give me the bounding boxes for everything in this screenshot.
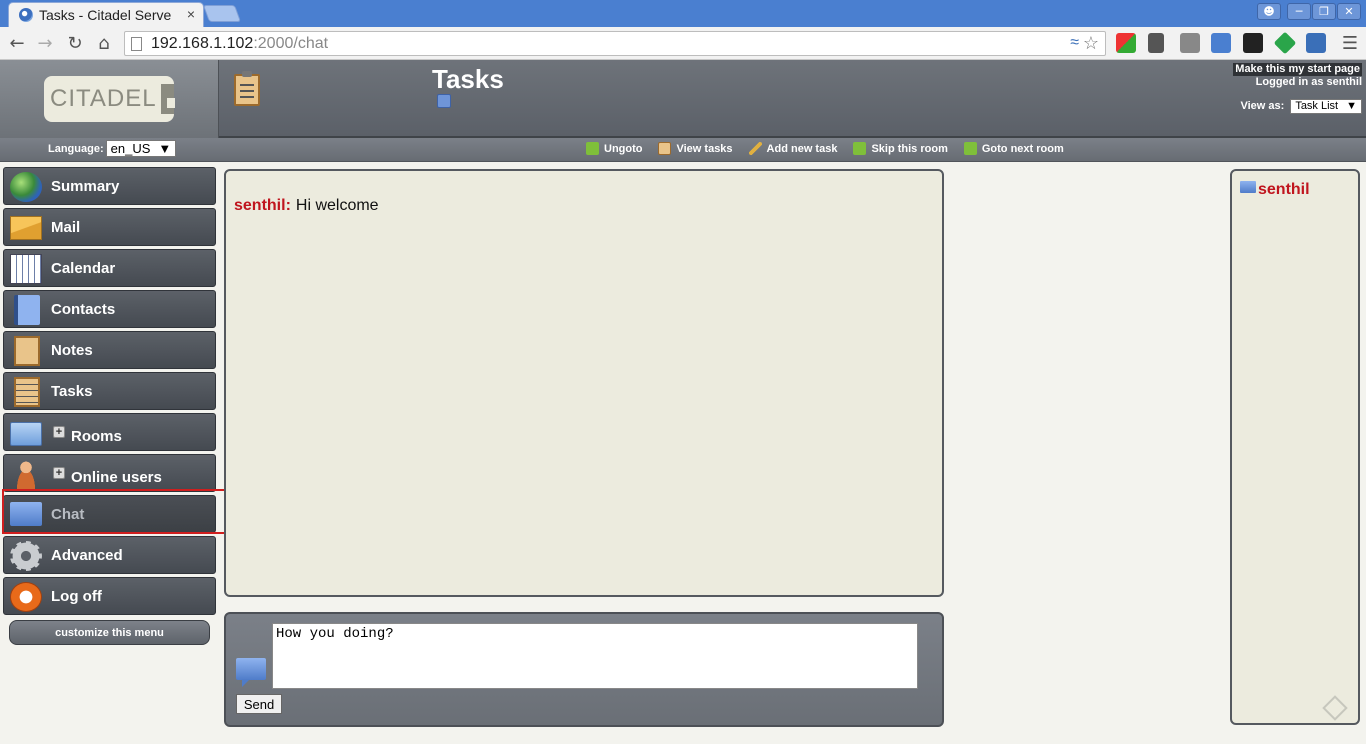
logo-area: CITADEL (0, 60, 219, 138)
expand-plus-icon[interactable]: + (53, 467, 65, 479)
expand-plus-icon[interactable]: + (53, 426, 65, 438)
menu-item-rooms[interactable]: + Rooms (3, 413, 216, 451)
forward-icon[interactable]: → (33, 33, 57, 54)
send-button[interactable]: Send (236, 694, 282, 714)
home-icon[interactable]: ⌂ (92, 33, 116, 54)
dropdown-arrow-icon: ▼ (158, 141, 172, 156)
reload-icon[interactable]: ↻ (63, 33, 87, 54)
extension-google-icon[interactable] (1116, 33, 1136, 53)
bookmark-star-icon[interactable]: ☆ (1083, 33, 1099, 54)
menu-item-notes[interactable]: Notes (3, 331, 216, 369)
language-label: Language: (48, 142, 104, 155)
profile-icon[interactable]: ☻ (1257, 3, 1281, 20)
resize-corner-icon (1322, 695, 1348, 721)
online-user-name: senthil (1258, 181, 1310, 198)
calendar-icon (10, 254, 42, 284)
chat-transcript: senthil: Hi welcome (224, 169, 944, 597)
goto-arrow-icon (963, 142, 977, 155)
power-icon (10, 582, 42, 612)
menu-item-summary[interactable]: Summary (3, 167, 216, 205)
url-path: :2000/chat (253, 34, 329, 52)
folder-icon (10, 422, 42, 446)
citadel-header: CITADEL Tasks Make this my start page Lo… (0, 60, 1366, 138)
main-menu: Summary Mail Calendar Contacts Notes Tas… (3, 167, 216, 618)
view-as-select[interactable]: Task List ▼ (1290, 99, 1362, 114)
tower-icon (160, 84, 176, 114)
citadel-favicon-icon (19, 8, 33, 22)
chat-message: senthil: Hi welcome (234, 197, 934, 215)
tasks-icon (14, 377, 40, 407)
language-selector: Language: en_US ▼ (48, 140, 177, 157)
notepad-icon (14, 336, 40, 366)
message-text: Hi welcome (295, 197, 379, 214)
menu-item-online-users[interactable]: + Online users (3, 454, 216, 492)
room-toolbar: Language: en_US ▼ Ungoto View tasks Add n… (0, 138, 1366, 162)
citadel-logo[interactable]: CITADEL (44, 76, 176, 122)
address-book-icon (14, 295, 40, 325)
user-icon (12, 459, 40, 489)
menu-icon[interactable]: ☰ (1338, 33, 1362, 54)
ungoto-icon (586, 142, 599, 155)
extension-feedly-icon[interactable] (1273, 31, 1297, 55)
customize-menu-button[interactable]: customize this menu (9, 620, 210, 645)
url-host: 192.168.1.102 (151, 34, 254, 52)
logo-text: CITADEL (50, 85, 157, 112)
header-user-area: Make this my start page Logged in as sen… (1233, 63, 1362, 114)
view-as-label: View as: (1240, 100, 1285, 112)
extension-stack-icon[interactable] (1243, 33, 1263, 53)
logged-in-text: Logged in as senthil (1255, 76, 1362, 88)
menu-item-log-off[interactable]: Log off (3, 577, 216, 615)
envelope-icon (10, 216, 42, 240)
view-tasks-link[interactable]: View tasks (658, 142, 733, 155)
tab-close-icon[interactable]: × (187, 6, 195, 22)
extension-tool-icon[interactable] (1148, 33, 1164, 53)
chat-bubble-icon (236, 658, 266, 687)
window-close-icon[interactable]: ✕ (1337, 3, 1361, 20)
menu-item-tasks[interactable]: Tasks (3, 372, 216, 410)
new-tab-button[interactable] (202, 5, 242, 22)
back-icon[interactable]: ← (5, 33, 29, 54)
browser-toolbar: ← → ↻ ⌂ 192.168.1.102:2000/chat ≈ ☆ ☰ (0, 27, 1366, 60)
browser-tab[interactable]: Tasks - Citadel Serve × (8, 2, 204, 27)
chat-message-input[interactable]: How you doing? (272, 623, 918, 689)
page-title: Tasks (432, 64, 504, 94)
chat-input-panel: How you doing? Send (224, 612, 944, 727)
extension-s-icon[interactable] (1306, 33, 1326, 53)
dropdown-arrow-icon: ▼ (1346, 100, 1357, 112)
menu-item-advanced[interactable]: Advanced (3, 536, 216, 574)
online-user[interactable]: senthil (1240, 181, 1310, 199)
extension-translate-icon[interactable] (1211, 33, 1231, 53)
clipboard-icon (658, 142, 672, 155)
language-select[interactable]: en_US ▼ (105, 140, 177, 157)
address-bar[interactable]: 192.168.1.102:2000/chat ≈ ☆ (124, 31, 1106, 56)
layers-icon[interactable]: ≈ (1070, 34, 1079, 52)
globe-icon (10, 172, 42, 202)
skip-arrow-icon (853, 142, 867, 155)
tab-title: Tasks - Citadel Serve (39, 7, 172, 23)
gear-icon (10, 541, 42, 571)
chat-highlight-box (2, 489, 235, 534)
message-sender: senthil: (234, 197, 291, 214)
menu-item-mail[interactable]: Mail (3, 208, 216, 246)
minimize-icon[interactable]: ─ (1287, 3, 1311, 20)
browser-tabstrip: Tasks - Citadel Serve × ☻ ─ ❐ ✕ (0, 0, 1366, 27)
chat-bubble-icon (1240, 181, 1256, 193)
menu-item-contacts[interactable]: Contacts (3, 290, 216, 328)
tasks-clipboard-icon (234, 71, 260, 106)
menu-item-calendar[interactable]: Calendar (3, 249, 216, 287)
chat-users-panel: senthil (1230, 169, 1360, 725)
goto-next-room-link[interactable]: Goto next room (963, 142, 1064, 155)
start-page-link[interactable]: Make this my start page (1233, 63, 1362, 76)
add-new-task-link[interactable]: Add new task (748, 142, 837, 155)
pencil-icon (748, 142, 762, 155)
room-links: Ungoto View tasks Add new task Skip this… (586, 142, 1064, 155)
page-icon (131, 37, 142, 51)
extension-keyboard-icon[interactable] (1180, 33, 1200, 53)
rss-icon[interactable] (437, 94, 451, 108)
ungoto-link[interactable]: Ungoto (586, 142, 642, 155)
skip-room-link[interactable]: Skip this room (853, 142, 948, 155)
restore-icon[interactable]: ❐ (1312, 3, 1336, 20)
